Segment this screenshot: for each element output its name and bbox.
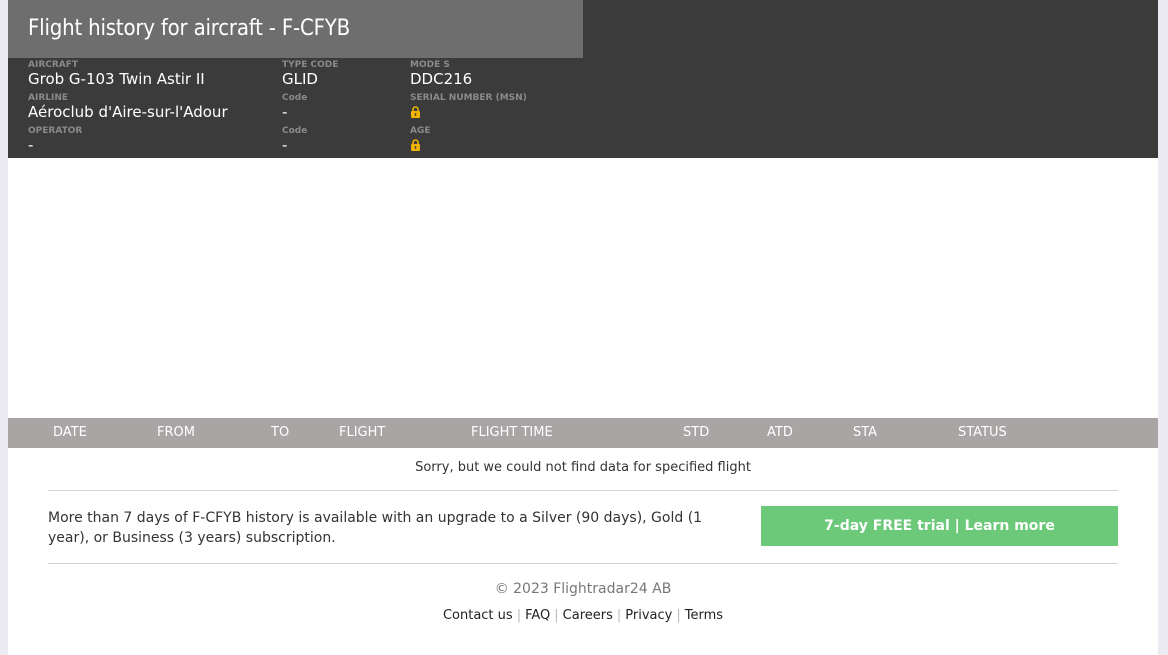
divider: [48, 563, 1118, 564]
page-title: Flight history for aircraft - F-CFYB: [28, 16, 351, 41]
page: Flight history for aircraft - F-CFYB AIR…: [8, 0, 1158, 655]
separator: |: [516, 608, 522, 623]
separator: |: [676, 608, 681, 623]
column-std: STD: [683, 425, 710, 440]
operator-info: OPERATOR -: [28, 126, 82, 154]
separator: |: [616, 608, 622, 623]
aircraft-label: AIRCRAFT: [28, 60, 79, 70]
column-atd: ATD: [767, 425, 793, 440]
content-area: [8, 158, 1158, 418]
type-code-info: TYPE CODE GLID: [282, 60, 338, 88]
empty-table-message: Sorry, but we could not find data for sp…: [415, 460, 751, 475]
operator-label: OPERATOR: [28, 126, 83, 136]
copyright: © 2023 Flightradar24 AB: [494, 581, 672, 597]
separator: |: [554, 608, 559, 623]
age-value: [410, 136, 431, 155]
operator-code-label: Code: [282, 126, 308, 136]
lock-icon[interactable]: [410, 104, 421, 122]
operator-value: -: [28, 136, 34, 154]
column-flight: FLIGHT: [339, 425, 386, 440]
upgrade-message: More than 7 days of F-CFYB history is av…: [48, 510, 703, 546]
airline-code-info: Code -: [282, 93, 307, 121]
serial-number-value: [410, 103, 527, 122]
footer-link-careers[interactable]: Careers: [563, 608, 613, 623]
serial-number-info: SERIAL NUMBER (MSN): [410, 93, 527, 122]
serial-number-label: SERIAL NUMBER (MSN): [410, 93, 527, 103]
footer-link-contact[interactable]: Contact us: [443, 608, 513, 623]
operator-code-info: Code -: [282, 126, 307, 154]
airline-code-label: Code: [282, 93, 308, 103]
footer-link-faq[interactable]: FAQ: [525, 608, 550, 623]
footer-link-privacy[interactable]: Privacy: [625, 608, 672, 623]
free-trial-button[interactable]: 7-day FREE trial | Learn more: [761, 506, 1118, 546]
title-bar: Flight history for aircraft - F-CFYB: [8, 0, 583, 58]
mode-s-value: DDC216: [410, 70, 473, 88]
airline-code-value: -: [282, 103, 288, 121]
column-date: DATE: [53, 425, 87, 440]
footer-link-terms[interactable]: Terms: [685, 608, 723, 623]
column-flight-time: FLIGHT TIME: [471, 425, 553, 440]
lock-icon[interactable]: [410, 137, 421, 155]
table-header: DATE FROM TO FLIGHT FLIGHT TIME STD ATD …: [8, 418, 1158, 448]
column-from: FROM: [157, 425, 195, 440]
aircraft-value: Grob G-103 Twin Astir II: [28, 70, 205, 88]
column-status: STATUS: [958, 425, 1007, 440]
airline-value: Aéroclub d'Aire-sur-l'Adour: [28, 103, 228, 121]
airline-info: AIRLINE Aéroclub d'Aire-sur-l'Adour: [28, 93, 228, 121]
age-label: AGE: [410, 126, 431, 136]
operator-code-value: -: [282, 136, 288, 154]
aircraft-info: AIRCRAFT Grob G-103 Twin Astir II: [28, 60, 205, 88]
airline-label: AIRLINE: [28, 93, 69, 103]
mode-s-info: MODE S DDC216: [410, 60, 472, 88]
column-sta: STA: [853, 425, 878, 440]
age-info: AGE: [410, 126, 431, 155]
column-to: TO: [271, 425, 290, 440]
divider: [48, 490, 1118, 491]
footer-links: Contact us | FAQ | Careers | Privacy | Terms: [8, 608, 1158, 623]
type-code-value: GLID: [282, 70, 318, 88]
type-code-label: TYPE CODE: [282, 60, 339, 70]
mode-s-label: MODE S: [410, 60, 450, 70]
aircraft-header: Flight history for aircraft - F-CFYB AIR…: [8, 0, 1158, 158]
